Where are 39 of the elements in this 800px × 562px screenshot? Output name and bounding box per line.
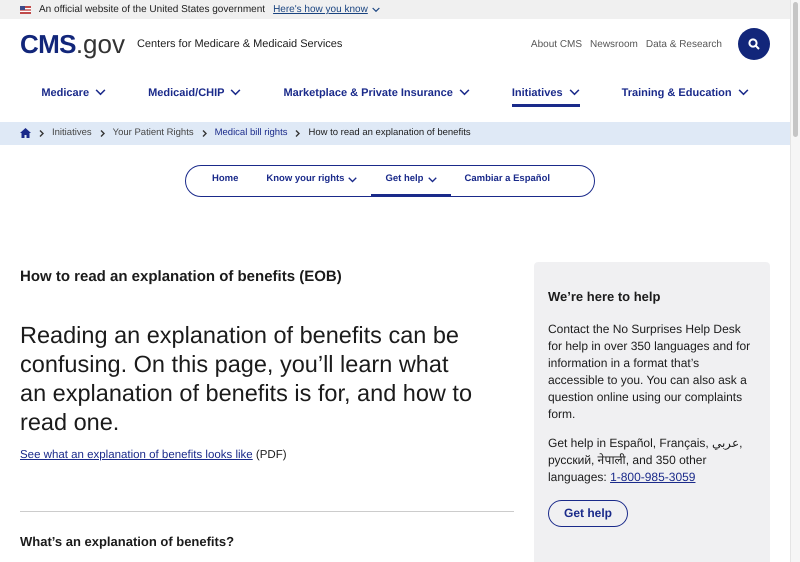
- lead-paragraph: Reading an explanation of benefits can be confusing. On this page, you’ll learn what an explanation of benefits is for, and how to read one.: [20, 320, 474, 436]
- page-title: How to read an explanation of benefits (EOB): [20, 267, 343, 287]
- cms-logo[interactable]: CMS.gov: [20, 31, 125, 58]
- pdf-link-line: See what an explanation of benefits looks like (PDF): [20, 448, 288, 462]
- breadcrumb-item[interactable]: Your Patient Rights: [112, 126, 194, 140]
- help-card-title: We’re here to help: [548, 288, 662, 306]
- chevron-right-icon: [295, 130, 300, 137]
- official-website-text: An official website of the United States government: [39, 3, 266, 18]
- main-nav-item[interactable]: Initiatives: [512, 81, 580, 108]
- section-nav-item[interactable]: Cambiar a Español: [450, 165, 564, 197]
- utility-link[interactable]: Data & Research: [646, 36, 722, 52]
- search-icon: [748, 38, 760, 50]
- chevron-right-icon: [39, 130, 44, 137]
- how-you-know-link[interactable]: Here's how you know: [273, 2, 380, 18]
- breadcrumb-item[interactable]: Medical bill rights: [214, 126, 288, 140]
- scrollbar[interactable]: [790, 0, 800, 562]
- example-eob-link[interactable]: See what an explanation of benefits looks like: [20, 448, 253, 460]
- section-heading: What’s an explanation of benefits?: [20, 532, 236, 551]
- chevron-right-icon: [202, 130, 207, 137]
- section-nav-item[interactable]: Get help: [371, 165, 450, 197]
- breadcrumb-item[interactable]: Initiatives: [52, 126, 92, 140]
- section-nav-item[interactable]: Home: [198, 165, 252, 197]
- get-help-button[interactable]: Get help: [548, 500, 628, 526]
- home-icon[interactable]: [20, 128, 31, 138]
- section-nav-item[interactable]: Know your rights: [252, 165, 372, 197]
- phone-link[interactable]: 1-800-985-3059: [610, 470, 696, 484]
- flag-icon: [20, 6, 31, 14]
- chevron-right-icon: [100, 130, 105, 137]
- agency-name: Centers for Medicare & Medicaid Services: [136, 36, 342, 52]
- utility-link[interactable]: About CMS: [530, 36, 582, 52]
- main-nav-item[interactable]: Medicaid/CHIP: [148, 81, 242, 108]
- help-desk-paragraph: Contact the No Surprises Help Desk for help in over 350 languages and for information in a format that’s accessible to you. You can also ask a question online using our complaints form.: [548, 320, 752, 422]
- search-button[interactable]: [738, 28, 770, 60]
- chevron-down-icon: [372, 6, 380, 13]
- main-nav-item[interactable]: Medicare: [41, 81, 106, 108]
- main-nav-item[interactable]: Marketplace & Private Insurance: [283, 81, 470, 108]
- utility-link[interactable]: Newsroom: [590, 36, 638, 52]
- main-nav-item[interactable]: Training & Education: [622, 81, 749, 108]
- breadcrumb-item: How to read an explanation of benefits: [308, 126, 471, 140]
